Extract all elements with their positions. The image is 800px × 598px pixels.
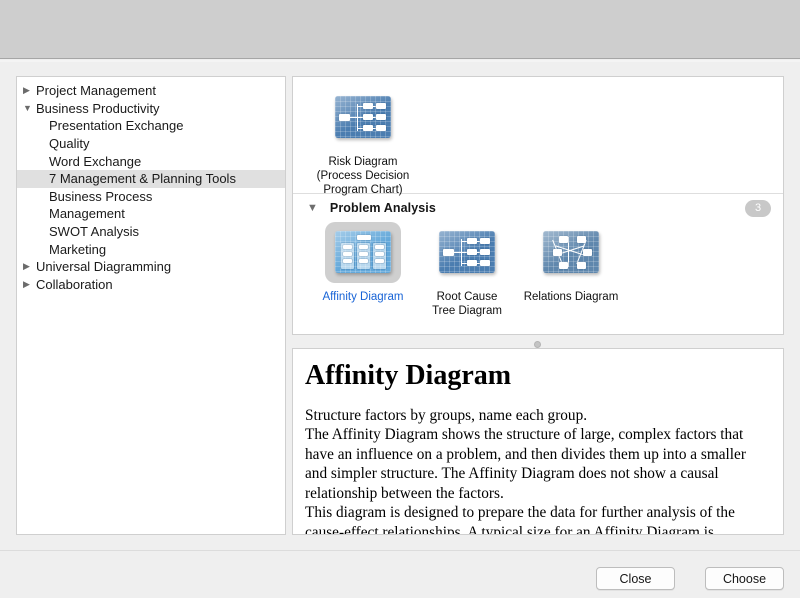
panel-splitter[interactable]	[292, 338, 784, 348]
tile-caption-line: Tree Diagram	[432, 305, 502, 317]
tile-caption-line: Root Cause	[436, 291, 498, 303]
tile-caption-line: Relations Diagram	[523, 291, 619, 303]
gallery-group-problem-analysis: ▼ Problem Analysis 3 Affinity Diagram Roo…	[293, 194, 783, 318]
tile-caption-line: (Process Decision	[316, 170, 410, 182]
sidebar-item-label: Presentation Exchange	[49, 118, 184, 134]
tile-caption-line: Affinity Diagram	[322, 291, 404, 303]
description-panel: Affinity Diagram Structure factors by gr…	[292, 348, 784, 535]
group-title: Problem Analysis	[329, 201, 436, 215]
root-cause-tree-diagram-icon	[439, 231, 495, 273]
dialog-content: ▶ Project Management ▼ Business Productivit…	[0, 62, 800, 550]
sidebar-item-label: Marketing	[49, 241, 107, 257]
affinity-diagram-icon	[335, 231, 391, 273]
close-button[interactable]: Close	[596, 567, 675, 590]
sidebar-item-label: SWOT Analysis	[49, 224, 140, 240]
tile-icon-wrapper	[533, 222, 609, 283]
group-count-badge: 3	[745, 199, 771, 217]
sidebar-item-marketing[interactable]: ▶Marketing	[17, 240, 285, 258]
sidebar-item-project-management[interactable]: ▶ Project Management	[17, 82, 285, 100]
chevron-right-icon[interactable]: ▶	[23, 86, 36, 95]
description-body: Structure factors by groups, name each g…	[305, 406, 771, 535]
window-titlebar	[0, 0, 800, 59]
description-paragraph: Structure factors by groups, name each g…	[305, 406, 588, 424]
gallery-group-partial: Risk Diagram (Process Decision Program Cha…	[293, 77, 783, 197]
partial-group-tiles[interactable]: Risk Diagram (Process Decision Program Cha…	[293, 77, 783, 197]
sidebar-item-7-management-planning-tools[interactable]: ▶7 Management & Planning Tools	[17, 169, 285, 188]
chevron-down-icon[interactable]: ▼	[307, 202, 318, 214]
group-header[interactable]: ▼ Problem Analysis 3	[293, 194, 783, 222]
tile-caption: Relations Diagram	[519, 290, 623, 304]
chevron-right-icon[interactable]: ▶	[23, 262, 36, 271]
tile-caption-line: Program Chart)	[323, 184, 403, 196]
template-tile[interactable]: Relations Diagram	[519, 222, 623, 304]
tile-caption: Root Cause Tree Diagram	[415, 290, 519, 318]
sidebar-item-label: Collaboration	[36, 276, 113, 292]
description-paragraph: This diagram is designed to prepare the …	[305, 504, 735, 535]
description-title: Affinity Diagram	[305, 360, 512, 391]
risk-diagram-icon	[335, 96, 391, 138]
sidebar-item-word-exchange[interactable]: ▶Word Exchange	[17, 152, 285, 170]
tile-caption-line: Risk Diagram	[328, 156, 398, 168]
choose-button[interactable]: Choose	[705, 567, 784, 590]
sidebar-item-label: Business Process	[49, 188, 153, 204]
sidebar-item-label: Management	[49, 206, 125, 222]
dialog-footer: Close Choose	[0, 550, 800, 598]
sidebar-item-universal-diagramming[interactable]: ▶ Universal Diagramming	[17, 258, 285, 276]
group-tiles[interactable]: Affinity Diagram Root Cause Tree Diagram Re…	[293, 222, 783, 318]
chevron-down-icon[interactable]: ▼	[23, 103, 36, 113]
category-sidebar[interactable]: ▶ Project Management ▼ Business Productivit…	[16, 76, 286, 535]
sidebar-item-label: 7 Management & Planning Tools	[49, 171, 236, 187]
sidebar-item-swot-analysis[interactable]: ▶SWOT Analysis	[17, 223, 285, 241]
relations-diagram-icon	[543, 231, 599, 273]
sidebar-item-quality[interactable]: ▶Quality	[17, 135, 285, 153]
description-paragraph: The Affinity Diagram shows the structure…	[305, 426, 746, 502]
tile-caption: Affinity Diagram	[311, 290, 415, 304]
sidebar-item-label: Word Exchange	[49, 153, 142, 169]
splitter-grip-icon[interactable]	[534, 341, 541, 348]
template-tile[interactable]: Risk Diagram (Process Decision Program Cha…	[311, 87, 415, 197]
sidebar-item-business-process[interactable]: ▶Business Process	[17, 188, 285, 206]
template-chooser-dialog: ▶ Project Management ▼ Business Productivit…	[0, 0, 800, 598]
sidebar-item-presentation-exchange[interactable]: ▶Presentation Exchange	[17, 117, 285, 135]
sidebar-item-label: Universal Diagramming	[36, 259, 172, 275]
template-gallery[interactable]: Risk Diagram (Process Decision Program Cha…	[292, 76, 784, 335]
tile-caption: Risk Diagram (Process Decision Program Cha…	[311, 155, 415, 197]
sidebar-item-label: Project Management	[36, 83, 156, 99]
tile-icon-wrapper	[429, 222, 505, 283]
sidebar-item-label: Quality	[49, 136, 90, 152]
sidebar-item-management[interactable]: ▶Management	[17, 205, 285, 223]
category-tree[interactable]: ▶ Project Management ▼ Business Productivit…	[17, 77, 285, 293]
right-column: Risk Diagram (Process Decision Program Cha…	[292, 76, 784, 535]
template-tile[interactable]: Root Cause Tree Diagram	[415, 222, 519, 318]
sidebar-item-business-productivity[interactable]: ▼ Business Productivity	[17, 100, 285, 118]
sidebar-item-label: Business Productivity	[36, 100, 160, 116]
tile-icon-wrapper	[325, 222, 401, 283]
template-tile[interactable]: Affinity Diagram	[311, 222, 415, 304]
sidebar-item-collaboration[interactable]: ▶ Collaboration	[17, 276, 285, 294]
tile-icon-wrapper	[325, 87, 401, 148]
chevron-right-icon[interactable]: ▶	[23, 279, 36, 289]
